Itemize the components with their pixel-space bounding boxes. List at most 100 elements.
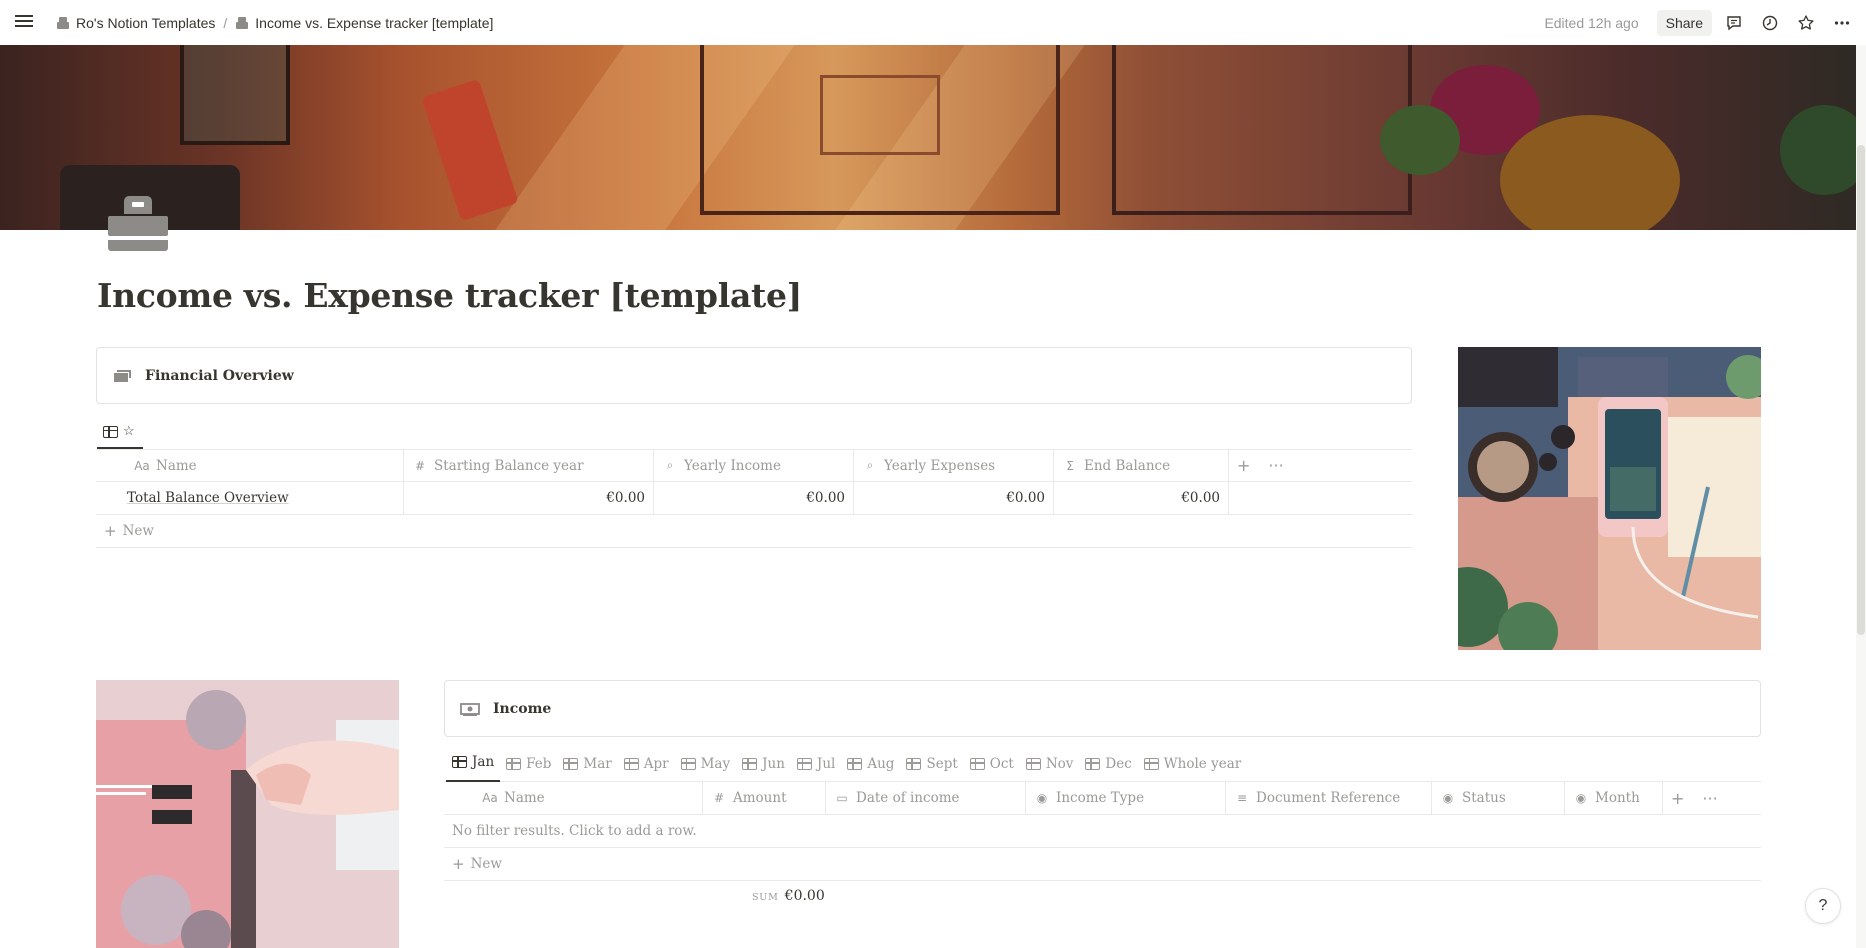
help-button[interactable]: ? bbox=[1805, 888, 1841, 924]
more-columns-icon[interactable]: ··· bbox=[1702, 789, 1717, 808]
cell-name[interactable]: Total Balance Overview bbox=[96, 482, 404, 514]
tab-apr[interactable]: Apr bbox=[618, 756, 675, 782]
topbar-actions: Edited 12h ago Share bbox=[1544, 0, 1856, 45]
breadcrumb-page-label: Income vs. Expense tracker [template] bbox=[255, 14, 494, 31]
tab-label: Aug bbox=[867, 756, 895, 772]
table-icon bbox=[103, 425, 118, 438]
tab-whole-year[interactable]: Whole year bbox=[1138, 756, 1247, 782]
money-icon bbox=[459, 699, 481, 719]
tab-label: Mar bbox=[583, 756, 612, 772]
tab-label: Dec bbox=[1105, 756, 1132, 772]
tab-label: Jun bbox=[762, 756, 785, 772]
book-hand-illustration-image bbox=[96, 680, 399, 948]
text-lines-icon: ≡ bbox=[1236, 791, 1248, 805]
tab-jun[interactable]: Jun bbox=[736, 756, 791, 782]
cell-starting-balance[interactable]: €0.00 bbox=[404, 482, 654, 514]
select-icon: ◉ bbox=[1575, 791, 1587, 805]
table-row[interactable]: Total Balance Overview €0.00 €0.00 €0.00… bbox=[96, 482, 1412, 515]
cell-end-balance[interactable]: €0.00 bbox=[1054, 482, 1229, 514]
more-columns-icon[interactable]: ··· bbox=[1268, 456, 1283, 475]
tab-overview-table[interactable]: ☆ bbox=[97, 424, 143, 449]
add-column-icon[interactable]: + bbox=[1237, 456, 1250, 475]
breadcrumb-workspace[interactable]: Ro's Notion Templates bbox=[50, 12, 221, 34]
share-button[interactable]: Share bbox=[1656, 9, 1712, 36]
column-header-name[interactable]: Aa Name bbox=[444, 782, 703, 814]
tab-label: Sept bbox=[926, 756, 958, 772]
column-label: Amount bbox=[733, 790, 787, 806]
column-header-income-type[interactable]: ◉ Income Type bbox=[1026, 782, 1226, 814]
select-icon: ◉ bbox=[1036, 791, 1048, 805]
breadcrumb-page[interactable]: Income vs. Expense tracker [template] bbox=[229, 12, 499, 34]
cash-register-icon bbox=[56, 16, 70, 30]
financial-overview-callout[interactable]: Financial Overview bbox=[96, 347, 1412, 404]
table-icon bbox=[506, 758, 522, 770]
tab-oct[interactable]: Oct bbox=[964, 756, 1020, 782]
rollup-search-icon: ⌕ bbox=[866, 458, 874, 472]
table-icon bbox=[563, 758, 579, 770]
plus-icon: + bbox=[104, 522, 117, 540]
column-header-month[interactable]: ◉ Month bbox=[1565, 782, 1663, 814]
row-title[interactable]: Total Balance Overview bbox=[96, 490, 289, 506]
tab-label: Whole year bbox=[1163, 756, 1242, 772]
scrollbar-track[interactable] bbox=[1856, 45, 1866, 948]
column-header-document-reference[interactable]: ≡ Document Reference bbox=[1226, 782, 1432, 814]
breadcrumb-workspace-label: Ro's Notion Templates bbox=[76, 14, 216, 31]
column-header-amount[interactable]: # Amount bbox=[703, 782, 826, 814]
column-header-date-of-income[interactable]: ▭ Date of income bbox=[826, 782, 1026, 814]
tab-may[interactable]: May bbox=[675, 756, 737, 782]
tab-jan[interactable]: Jan bbox=[446, 754, 501, 782]
new-row-button[interactable]: + New bbox=[96, 515, 1412, 548]
table-icon bbox=[680, 758, 696, 770]
column-header-starting-balance[interactable]: # Starting Balance year bbox=[404, 450, 654, 481]
page-title[interactable]: Income vs. Expense tracker [template] bbox=[97, 276, 802, 315]
income-callout[interactable]: Income bbox=[444, 680, 1761, 737]
new-row-label: New bbox=[470, 856, 502, 872]
column-header-yearly-income[interactable]: ⌕ Yearly Income bbox=[654, 450, 854, 481]
sidebar-menu-icon[interactable] bbox=[14, 12, 34, 32]
new-row-button[interactable]: + New bbox=[444, 848, 1761, 881]
table-icon bbox=[1143, 758, 1159, 770]
more-options-icon[interactable] bbox=[1828, 9, 1856, 37]
overview-view-tabs: ☆ bbox=[97, 421, 143, 449]
amount-sum[interactable]: SUM €0.00 bbox=[752, 888, 825, 904]
tab-jul[interactable]: Jul bbox=[791, 756, 841, 782]
new-row-label: New bbox=[122, 523, 154, 539]
tab-aug[interactable]: Aug bbox=[841, 756, 900, 782]
table-header: Aa Name # Amount ▭ Date of income ◉ Income T… bbox=[444, 782, 1761, 815]
cash-register-icon[interactable] bbox=[106, 192, 170, 256]
tab-dec[interactable]: Dec bbox=[1079, 756, 1137, 782]
topbar: Ro's Notion Templates / Income vs. Expen… bbox=[0, 0, 1866, 45]
favorite-star-icon[interactable] bbox=[1792, 9, 1820, 37]
table-icon bbox=[452, 756, 467, 768]
column-label: Name bbox=[156, 457, 197, 474]
table-icon bbox=[1025, 758, 1041, 770]
cards-icon bbox=[111, 366, 133, 386]
empty-filter-row[interactable]: No filter results. Click to add a row. bbox=[444, 815, 1761, 848]
financial-overview-table: Aa Name # Starting Balance year ⌕ Yearly In… bbox=[96, 449, 1412, 548]
cell-yearly-income[interactable]: €0.00 bbox=[654, 482, 854, 514]
tab-nov[interactable]: Nov bbox=[1020, 756, 1080, 782]
column-header-name[interactable]: Aa Name bbox=[96, 450, 404, 481]
comments-icon[interactable] bbox=[1720, 9, 1748, 37]
text-property-icon: Aa bbox=[134, 458, 150, 473]
column-actions: + ··· bbox=[1663, 782, 1761, 814]
scrollbar-thumb[interactable] bbox=[1857, 145, 1865, 635]
column-header-yearly-expenses[interactable]: ⌕ Yearly Expenses bbox=[854, 450, 1054, 481]
income-table: Aa Name # Amount ▭ Date of income ◉ Income T… bbox=[444, 782, 1761, 881]
column-label: Starting Balance year bbox=[434, 457, 584, 474]
tab-mar[interactable]: Mar bbox=[557, 756, 617, 782]
column-header-end-balance[interactable]: Σ End Balance bbox=[1054, 450, 1229, 481]
tab-feb[interactable]: Feb bbox=[500, 756, 557, 782]
tab-label: Nov bbox=[1045, 756, 1074, 772]
edited-timestamp: Edited 12h ago bbox=[1544, 14, 1639, 31]
history-clock-icon[interactable] bbox=[1756, 9, 1784, 37]
tab-sept[interactable]: Sept bbox=[900, 756, 963, 782]
cell-yearly-expenses[interactable]: €0.00 bbox=[854, 482, 1054, 514]
column-header-status[interactable]: ◉ Status bbox=[1432, 782, 1565, 814]
table-icon bbox=[623, 758, 639, 770]
text-property-icon: Aa bbox=[482, 791, 498, 805]
tab-label: Feb bbox=[526, 756, 552, 772]
add-column-icon[interactable]: + bbox=[1671, 789, 1684, 808]
tab-label: Jan bbox=[472, 754, 495, 770]
star-icon: ☆ bbox=[123, 424, 135, 439]
